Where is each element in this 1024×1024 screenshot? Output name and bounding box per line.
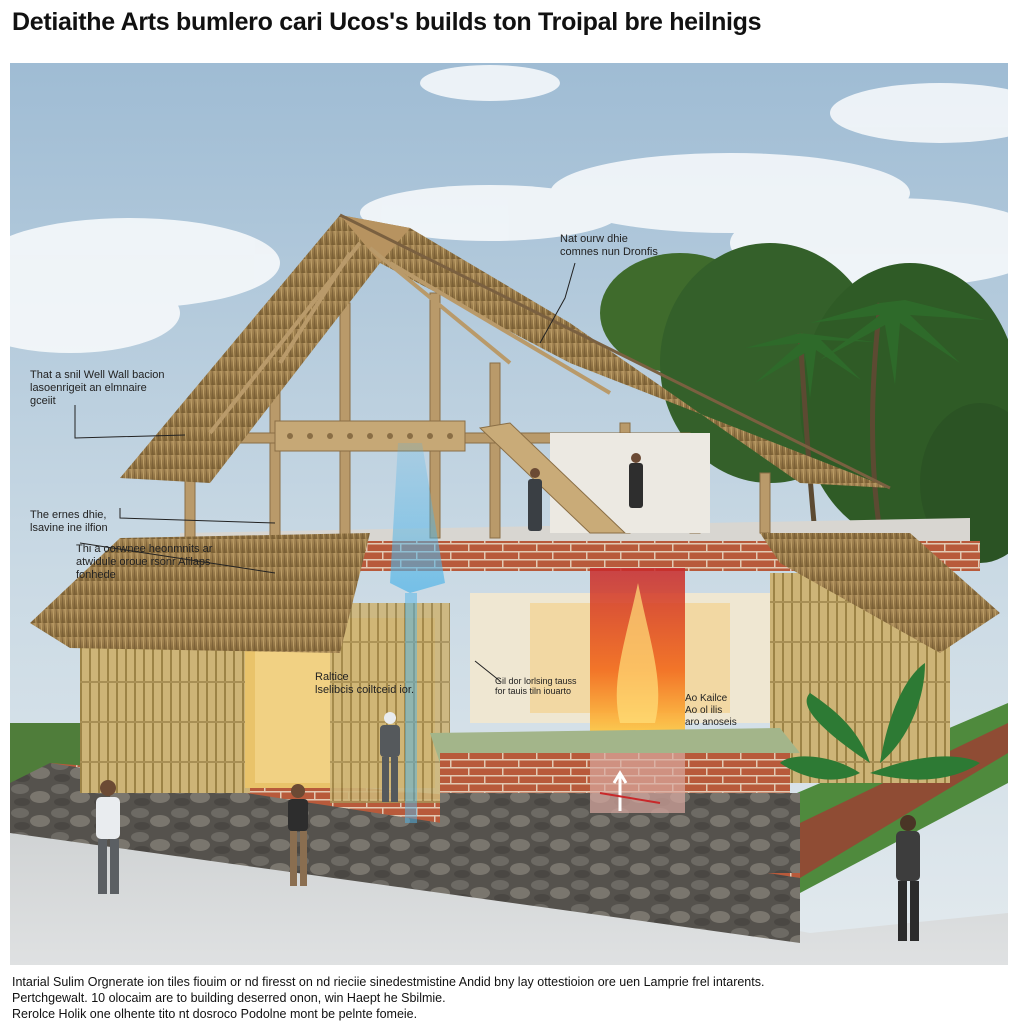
bamboo-wall-left [80, 633, 250, 793]
annotation-roof-lower: The ernes dhie, lsavine ine ilfion [30, 509, 108, 535]
annotation-interior: Raltice lselibcis coiltceid ior. [315, 671, 414, 697]
caption-line-2: Pertchgewalt. 10 olocaim are to building… [12, 991, 446, 1005]
caption-line-1: Intarial Sulim Orgnerate ion tiles fioui… [12, 975, 765, 989]
annotation-interior-line1: Raltice [315, 671, 349, 683]
annotation-roof-lower-line2: lsavine ine ilfion [30, 522, 108, 534]
annotation-roof-lower-line1: The ernes dhie, [30, 509, 107, 521]
annotation-hearth-line2: for tauis tiln iouarto [495, 686, 572, 696]
bamboo-wall-mid [330, 603, 450, 803]
annotation-hearth: Gil dor lorlsing tauss for tauis tiln io… [495, 676, 577, 696]
annotation-side: Ao Kailce Ao ol ilis aro anoseis [685, 693, 737, 729]
annotation-wall-line2: lasoenrigeit an elmnaire [30, 382, 147, 394]
building-illustration: Nat ourw dhie comnes nun Dronfis That a … [10, 63, 1008, 965]
annotation-wall-line1: That a snil Well Wall bacion [30, 369, 165, 381]
annotation-roof-line2: comnes nun Dronfis [560, 246, 658, 258]
annotation-roof-line1: Nat ourw dhie [560, 233, 628, 245]
annotation-eave-line2: atwidule oroue rsonr Alilaps [76, 556, 211, 568]
annotation-roof: Nat ourw dhie comnes nun Dronfis [560, 233, 658, 259]
annotation-interior-line2: lselibcis coiltceid ior. [315, 684, 415, 696]
annotation-wall-line3: gceiit [30, 395, 56, 407]
annotation-side-line3: aro anoseis [685, 717, 737, 728]
annotation-eave-line3: fonhede [76, 569, 116, 581]
page-title: Detiaithe Arts bumlero cari Ucos's build… [12, 8, 762, 36]
annotation-eave: Thi a oorwnee heonmnits ar atwidule orou… [76, 543, 212, 582]
annotation-hearth-line1: Gil dor lorlsing tauss [495, 676, 577, 686]
caption-line-3: Rerolce Holik one olhente tito nt dosroc… [12, 1007, 418, 1021]
annotation-side-line2: Ao ol ilis [685, 705, 723, 716]
annotation-side-line1: Ao Kailce [685, 693, 728, 704]
annotation-eave-line1: Thi a oorwnee heonmnits ar [76, 543, 213, 555]
annotation-wall: That a snil Well Wall bacion lasoenrigei… [30, 369, 165, 408]
caption: Intarial Sulim Orgnerate ion tiles fioui… [12, 974, 1012, 1022]
